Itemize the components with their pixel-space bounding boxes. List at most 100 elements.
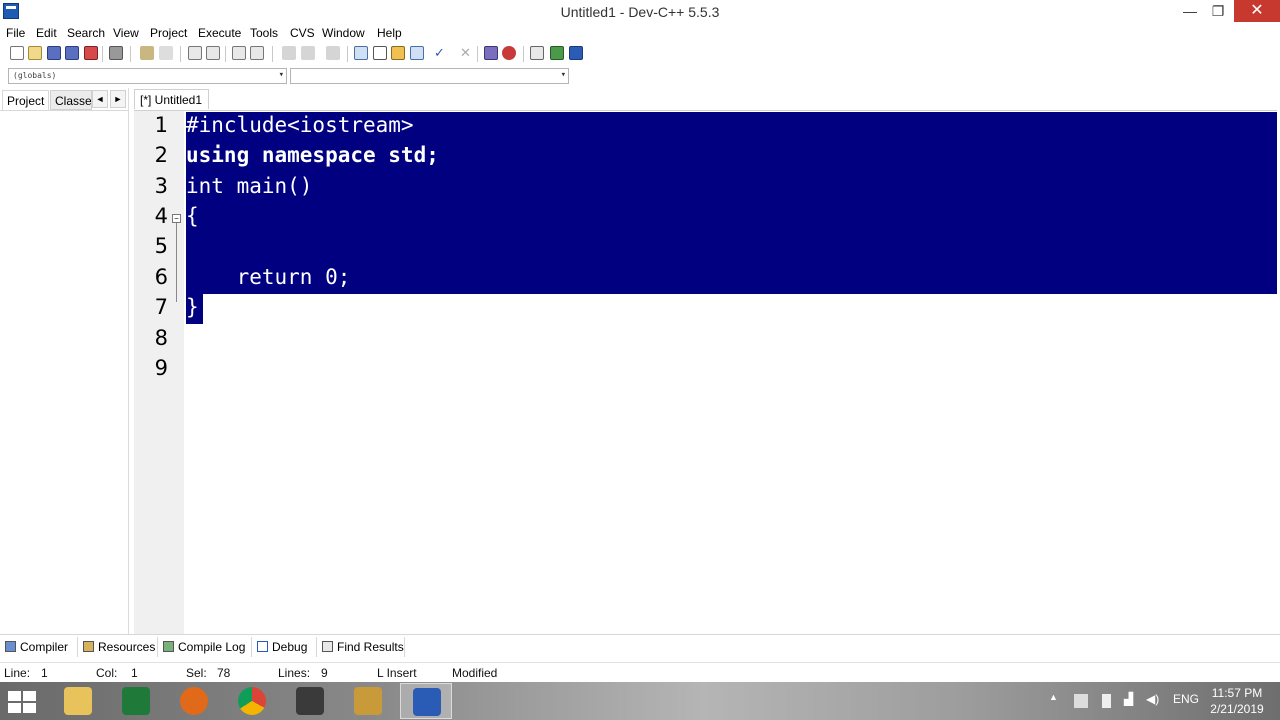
- tab-project[interactable]: Project: [2, 90, 49, 110]
- chart-icon[interactable]: [484, 46, 498, 60]
- menu-cvs[interactable]: CVS: [290, 26, 315, 40]
- excel-icon: [122, 687, 150, 715]
- restore-button[interactable]: ❐: [1204, 0, 1232, 22]
- indent-icon[interactable]: [250, 46, 264, 60]
- taskbar-excel[interactable]: [110, 683, 162, 719]
- close-file-icon[interactable]: [84, 46, 98, 60]
- close-button[interactable]: ✕: [1234, 0, 1280, 22]
- forward-icon[interactable]: [301, 46, 315, 60]
- toolbar-separator: [102, 46, 103, 62]
- redo-icon[interactable]: [159, 46, 173, 60]
- taskbar-firefox[interactable]: [168, 683, 220, 719]
- tab-resources[interactable]: Resources: [80, 637, 158, 657]
- debug-icon[interactable]: [502, 46, 516, 60]
- line-number: 4: [154, 204, 168, 228]
- chevron-down-icon: ▾: [560, 70, 566, 80]
- replace-icon[interactable]: [206, 46, 220, 60]
- scope-select-value: (globals): [13, 71, 57, 80]
- goto-line-icon[interactable]: [232, 46, 246, 60]
- menu-view[interactable]: View: [113, 26, 139, 40]
- resources-icon: [83, 641, 94, 652]
- menu-edit[interactable]: Edit: [36, 26, 57, 40]
- toolbar-separator: [225, 46, 226, 62]
- tab-classes[interactable]: Classes: [50, 90, 92, 110]
- toolbar-separator: [130, 46, 131, 62]
- tab-debug-label: Debug: [272, 640, 308, 654]
- show-hidden-icons[interactable]: ▲: [1049, 692, 1058, 702]
- menu-bar: File Edit Search View Project Execute To…: [0, 24, 1280, 44]
- find-icon[interactable]: [188, 46, 202, 60]
- tile-icon[interactable]: [410, 46, 424, 60]
- minimize-button[interactable]: —: [1176, 0, 1204, 22]
- windows-logo-icon: [8, 703, 21, 713]
- code-text: int main(): [186, 174, 313, 198]
- save-icon[interactable]: [47, 46, 61, 60]
- code-line: 2 using namespace std;: [134, 141, 1277, 171]
- output-tabs: Compiler Resources Compile Log Debug Fin…: [0, 634, 1280, 658]
- tab-compiler-label: Compiler: [20, 640, 69, 654]
- clock-time: 11:57 PM: [1211, 686, 1263, 700]
- grid-icon[interactable]: [391, 46, 405, 60]
- chrome-icon: [238, 687, 266, 715]
- window-icon[interactable]: [373, 46, 387, 60]
- tab-untitled1[interactable]: [*] Untitled1: [134, 89, 209, 109]
- class-browser-icon[interactable]: [530, 46, 544, 60]
- scroll-left-icon[interactable]: ◄: [92, 90, 108, 108]
- menu-project[interactable]: Project: [150, 26, 187, 40]
- tab-compile-log-label: Compile Log: [178, 640, 246, 654]
- project-icon[interactable]: [354, 46, 368, 60]
- battery-icon[interactable]: [1102, 694, 1111, 708]
- menu-execute[interactable]: Execute: [198, 26, 241, 40]
- debug-check-icon: [257, 641, 268, 652]
- tab-compiler[interactable]: Compiler: [2, 637, 78, 657]
- toolbar-separator: [347, 46, 348, 62]
- network-icon[interactable]: ▟: [1124, 692, 1133, 706]
- exit-icon[interactable]: [550, 46, 564, 60]
- back-icon[interactable]: [282, 46, 296, 60]
- taskbar-media-app[interactable]: [284, 683, 336, 719]
- code-text: }: [186, 295, 199, 319]
- clock[interactable]: 11:57 PM 2/21/2019: [1206, 685, 1268, 717]
- code-editor[interactable]: − 1 #include<iostream> 2 using namespace…: [134, 110, 1277, 635]
- new-file-icon[interactable]: [10, 46, 24, 60]
- taskbar-chrome[interactable]: [226, 683, 278, 719]
- print-icon[interactable]: [109, 46, 123, 60]
- devcpp-icon: [413, 688, 441, 716]
- tab-find-results[interactable]: Find Results: [319, 637, 405, 657]
- menu-search[interactable]: Search: [67, 26, 105, 40]
- menu-tools[interactable]: Tools: [250, 26, 278, 40]
- menu-file[interactable]: File: [6, 26, 25, 40]
- stop-icon[interactable]: ✕: [460, 46, 474, 60]
- language-indicator[interactable]: ENG: [1173, 692, 1199, 706]
- tab-compile-log[interactable]: Compile Log: [160, 637, 252, 657]
- scope-select[interactable]: (globals) ▾: [8, 68, 287, 84]
- taskbar-paint-app[interactable]: [342, 683, 394, 719]
- bookmark-icon[interactable]: [326, 46, 340, 60]
- code-line: 3 int main(): [134, 172, 1277, 202]
- code-line: 5: [134, 232, 1277, 262]
- toolbar-separator: [180, 46, 181, 62]
- volume-icon[interactable]: ◀): [1146, 692, 1159, 706]
- status-sel-label: Sel:: [186, 666, 207, 680]
- menu-help[interactable]: Help: [377, 26, 402, 40]
- taskbar-file-explorer[interactable]: [52, 683, 104, 719]
- paint-icon: [354, 687, 382, 715]
- toolbar-separator: [477, 46, 478, 62]
- toolbar-separator: [523, 46, 524, 62]
- member-select[interactable]: ▾: [290, 68, 569, 84]
- tab-debug[interactable]: Debug: [254, 637, 317, 657]
- start-button[interactable]: [8, 691, 38, 713]
- action-center-icon[interactable]: [1074, 694, 1088, 708]
- project-tree[interactable]: [0, 110, 128, 632]
- taskbar-devcpp[interactable]: [400, 683, 452, 719]
- compiler-icon: [5, 641, 16, 652]
- menu-window[interactable]: Window: [322, 26, 365, 40]
- code-line: 9: [134, 354, 1277, 384]
- scroll-right-icon[interactable]: ►: [110, 90, 126, 108]
- windows-logo-icon: [23, 703, 36, 713]
- about-icon[interactable]: [569, 46, 583, 60]
- check-icon[interactable]: ✓: [434, 46, 448, 60]
- undo-icon[interactable]: [140, 46, 154, 60]
- open-file-icon[interactable]: [28, 46, 42, 60]
- save-all-icon[interactable]: [65, 46, 79, 60]
